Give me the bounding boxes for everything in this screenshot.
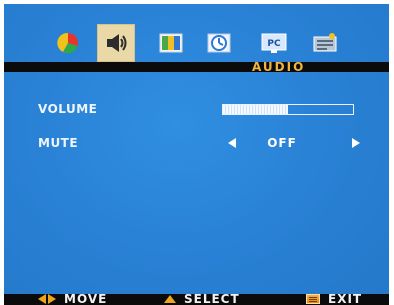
move-hint: MOVE: [38, 291, 107, 305]
volume-slider-fill: [223, 105, 288, 114]
mute-value[interactable]: OFF: [260, 136, 304, 150]
tab-audio[interactable]: [97, 24, 135, 62]
settings-icon: [313, 33, 337, 52]
tab-pc[interactable]: PC: [255, 24, 293, 62]
svg-text:PC: PC: [267, 39, 281, 49]
mute-label: MUTE: [38, 136, 79, 150]
volume-slider[interactable]: [222, 104, 354, 115]
menu-title-bar: [4, 62, 389, 72]
pc-monitor-icon: PC: [261, 33, 287, 53]
select-hint-label: SELECT: [184, 292, 240, 305]
move-hint-label: MOVE: [64, 292, 108, 305]
exit-hint-label: EXIT: [328, 292, 363, 305]
tab-time[interactable]: [200, 24, 238, 62]
osd-screen: PC AUDIO VOLUME MUTE OFF MOVE SELECT EXI…: [4, 4, 389, 305]
tab-display[interactable]: [152, 24, 190, 62]
color-wheel-icon: [57, 32, 78, 54]
select-hint: SELECT: [164, 291, 240, 305]
left-right-arrows-icon: [38, 294, 56, 304]
mute-next-arrow-icon[interactable]: [352, 138, 360, 148]
tab-picture[interactable]: [49, 24, 87, 62]
volume-label: VOLUME: [38, 102, 98, 116]
menu-icon: [306, 294, 320, 304]
exit-hint: EXIT: [306, 291, 362, 305]
screen-icon: [159, 33, 183, 53]
speaker-icon: [107, 34, 127, 52]
menu-title: AUDIO: [252, 60, 306, 74]
menu-tab-row: PC: [4, 24, 389, 62]
up-arrow-icon: [164, 295, 176, 303]
tab-setup[interactable]: [306, 24, 344, 62]
clock-icon: [207, 33, 231, 53]
mute-prev-arrow-icon[interactable]: [228, 138, 236, 148]
